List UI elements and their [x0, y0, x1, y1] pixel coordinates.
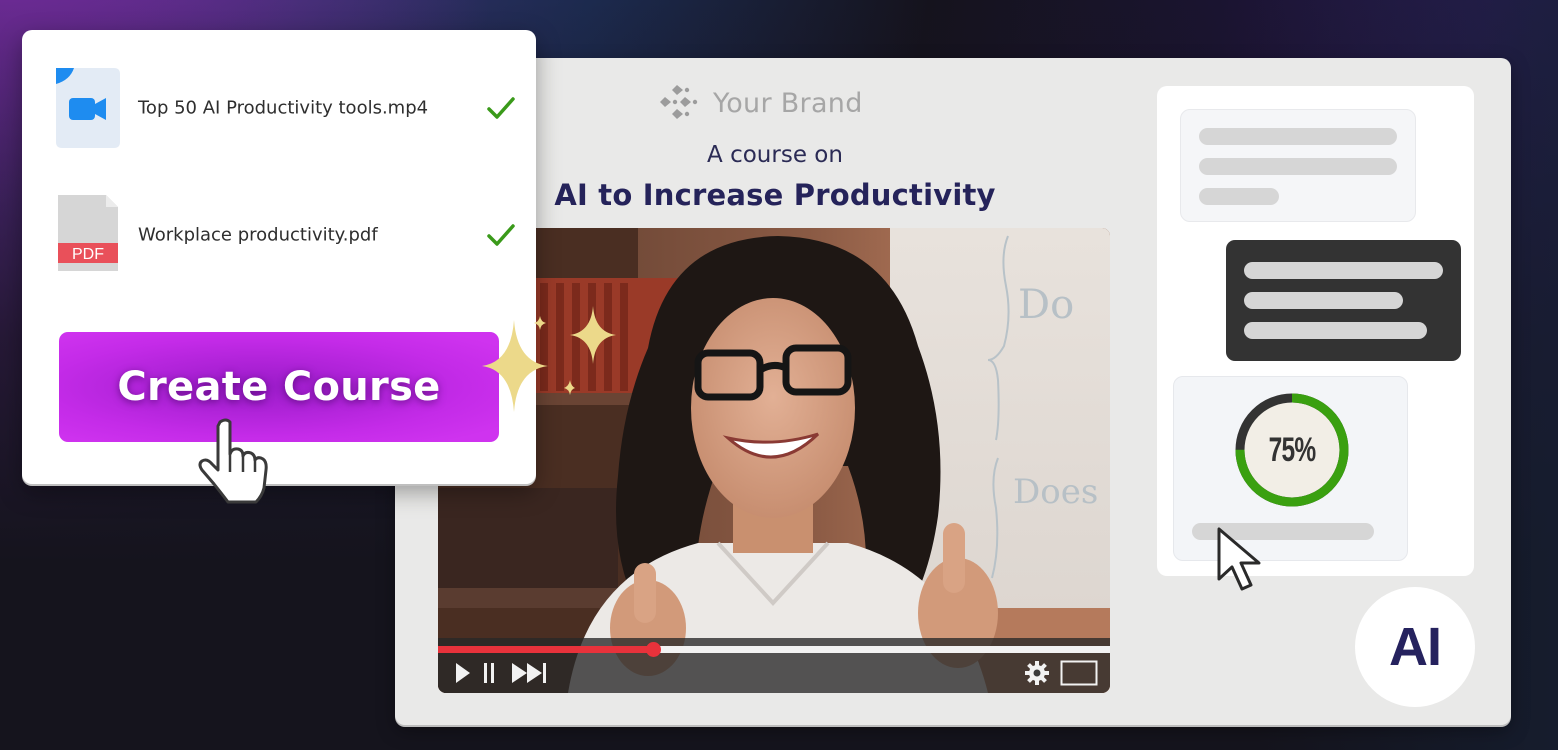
- text-placeholder-line: [1244, 292, 1403, 309]
- fullscreen-button[interactable]: [1060, 660, 1098, 686]
- file-item[interactable]: Top 50 AI Productivity tools.mp4: [56, 68, 516, 148]
- skip-next-icon: [512, 663, 546, 683]
- settings-icon: [1025, 661, 1049, 685]
- check-icon: [487, 224, 515, 246]
- file-item[interactable]: PDF Workplace productivity.pdf: [56, 195, 516, 275]
- skip-next-button[interactable]: [510, 661, 550, 685]
- pdf-file-icon: PDF: [58, 195, 118, 271]
- text-placeholder-line: [1199, 158, 1397, 175]
- svg-text:Does: Does: [1013, 472, 1098, 512]
- play-icon: [456, 663, 470, 683]
- hand-pointer-cursor-icon: [198, 418, 268, 504]
- video-progress-track[interactable]: [438, 642, 1110, 657]
- play-button[interactable]: [454, 661, 472, 685]
- video-frame-presenter: Do Does: [438, 228, 1110, 693]
- video-player[interactable]: Do Does: [438, 228, 1110, 693]
- brand-header: Your Brand: [657, 80, 863, 126]
- text-placeholder-line: [1244, 322, 1427, 339]
- message-card-outgoing: [1226, 240, 1461, 361]
- progress-percent-label: 75%: [1268, 430, 1317, 469]
- svg-text:PDF: PDF: [72, 246, 104, 263]
- progress-ring: 75%: [1234, 392, 1350, 508]
- svg-text:Do: Do: [1018, 282, 1074, 328]
- text-placeholder-line: [1199, 188, 1279, 205]
- text-placeholder-line: [1199, 128, 1397, 145]
- video-control-bar: [438, 638, 1110, 693]
- video-progress-fill: [438, 646, 654, 653]
- fullscreen-icon: [1060, 660, 1098, 686]
- text-placeholder-line: [1244, 262, 1443, 279]
- video-file-icon: [56, 68, 120, 148]
- brand-name: Your Brand: [713, 87, 863, 119]
- chat-preview-panel: 75%: [1157, 86, 1474, 576]
- video-progress-handle[interactable]: [645, 642, 661, 657]
- pause-icon: [484, 663, 494, 683]
- progress-stat-card: 75%: [1173, 376, 1408, 561]
- ai-badge: AI: [1355, 587, 1475, 707]
- upload-files-card: Top 50 AI Productivity tools.mp4 PDF Wor…: [22, 30, 536, 484]
- settings-button[interactable]: [1024, 661, 1050, 685]
- pause-button[interactable]: [482, 661, 496, 685]
- brand-logo-icon: [660, 85, 698, 119]
- file-name: Top 50 AI Productivity tools.mp4: [138, 97, 429, 119]
- arrow-pointer-cursor-icon: [1217, 527, 1261, 591]
- check-icon: [487, 97, 515, 119]
- file-name: Workplace productivity.pdf: [138, 224, 378, 246]
- message-card-incoming: [1180, 109, 1416, 222]
- create-course-button[interactable]: Create Course: [59, 332, 499, 442]
- course-preview-window: Your Brand A course on AI to Increase Pr…: [395, 58, 1511, 725]
